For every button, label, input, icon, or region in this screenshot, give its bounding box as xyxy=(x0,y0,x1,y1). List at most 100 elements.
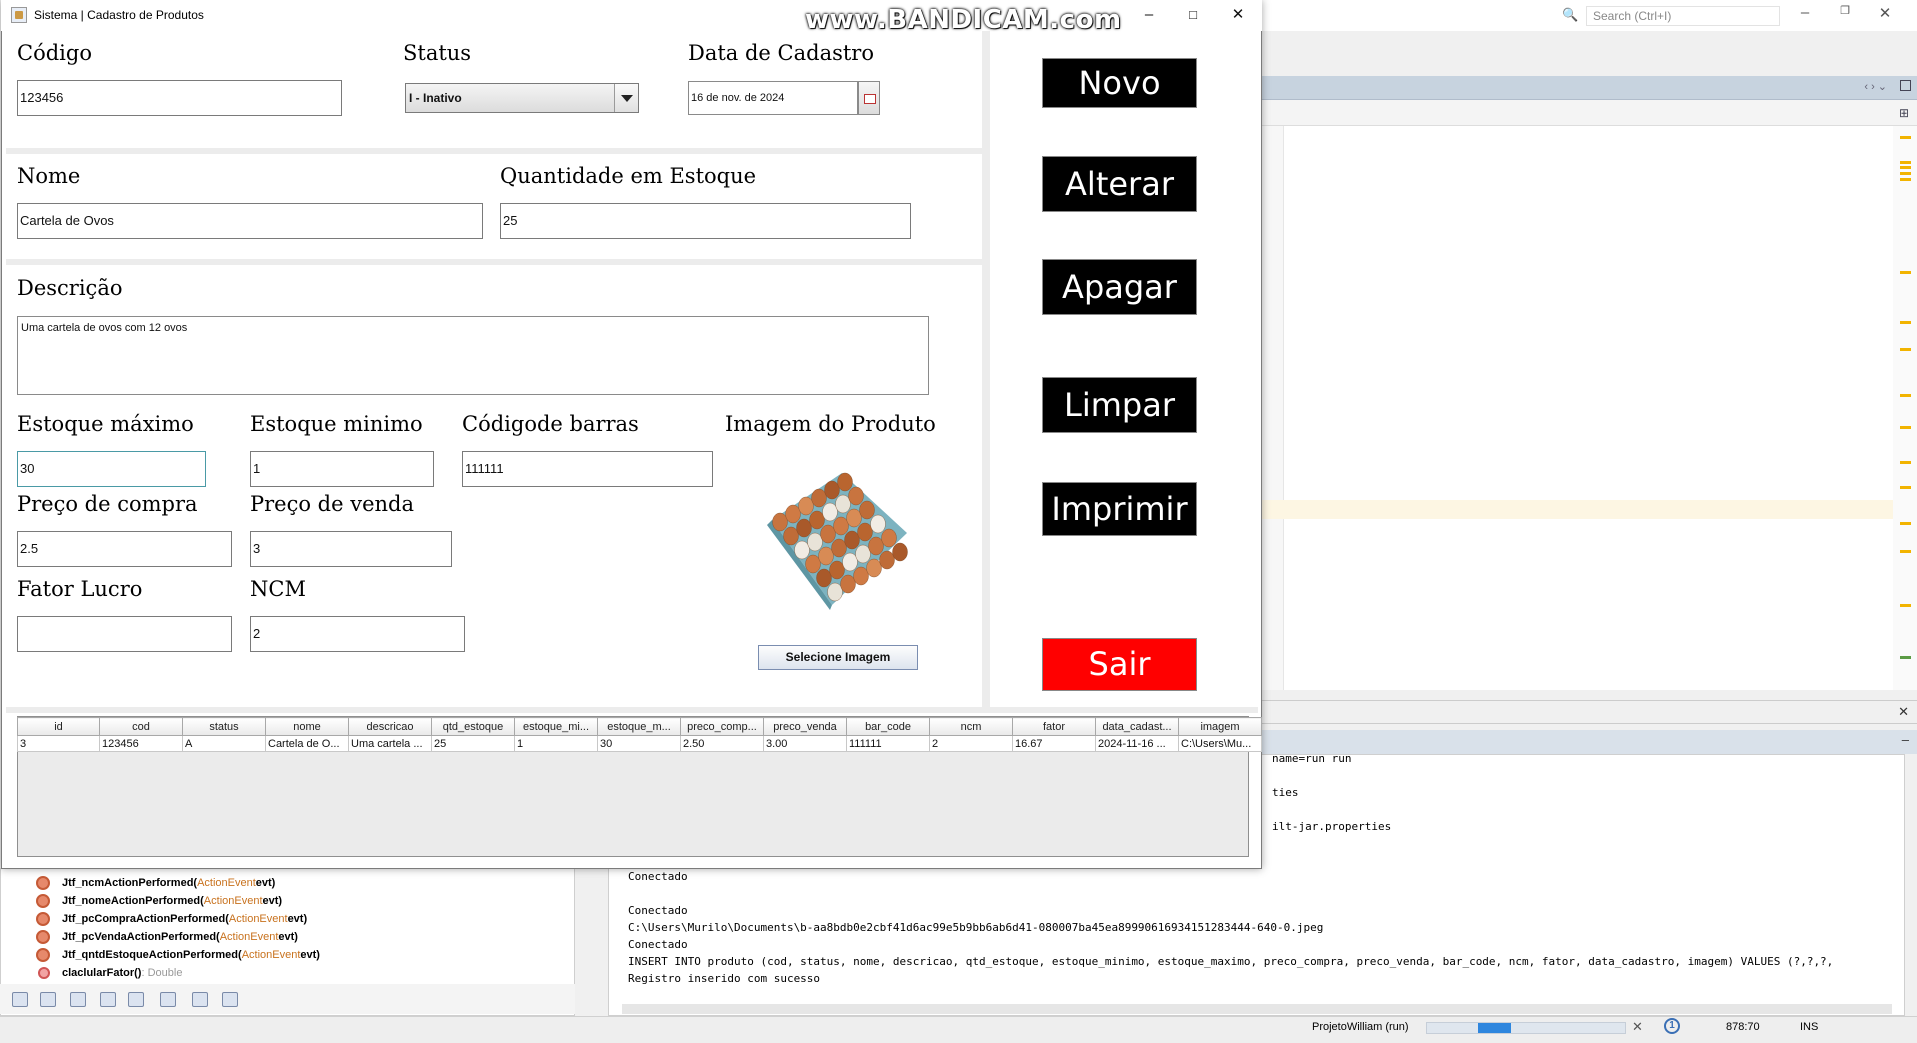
descricao-textarea[interactable]: Uma cartela de ovos com 12 ovos xyxy=(17,316,929,395)
table-cell[interactable]: 123456 xyxy=(99,735,183,752)
notifications-icon[interactable]: 1 xyxy=(1664,1018,1680,1034)
product-table[interactable]: id cod status nome descricao qtd_estoque estoq… xyxy=(17,717,1262,752)
estoque-maximo-field[interactable]: 30 xyxy=(17,451,206,487)
param-rest: evt) xyxy=(287,913,308,925)
column-header[interactable]: imagem xyxy=(1178,717,1262,736)
table-cell[interactable]: A xyxy=(182,735,266,752)
column-header[interactable]: nome xyxy=(265,717,349,736)
table-cell[interactable]: 111111 xyxy=(846,735,930,752)
output-line: ties xyxy=(1272,786,1299,799)
minimize-icon[interactable]: – xyxy=(1126,2,1172,28)
maximize-icon[interactable]: □ xyxy=(1170,2,1216,28)
table-row[interactable]: 3 123456 A Cartela de O... Uma cartela ... 25… xyxy=(17,735,1262,752)
egg xyxy=(829,560,845,580)
table-cell[interactable]: 2024-11-16 ... xyxy=(1095,735,1179,752)
output-line: Conectado xyxy=(628,904,688,917)
sort-by-name-icon[interactable] xyxy=(192,992,208,1007)
quantidade-field[interactable]: 25 xyxy=(500,203,911,239)
ncm-label: NCM xyxy=(250,577,306,601)
navigator-item[interactable]: Jtf_pcCompraActionPerformed(ActionEvent … xyxy=(36,910,307,928)
preco-venda-field[interactable]: 3 xyxy=(250,531,452,567)
data-cadastro-label: Data de Cadastro xyxy=(688,41,874,65)
select-image-button[interactable]: Selecione Imagem xyxy=(758,645,918,670)
navigator-item[interactable]: claclularFator() : Double xyxy=(36,964,182,982)
cancel-task-icon[interactable]: ✕ xyxy=(1632,1019,1643,1035)
output-text: Conectado Conectado C:\Users\Murilo\Docum… xyxy=(628,868,1908,987)
separator xyxy=(6,259,982,265)
code-editor[interactable] xyxy=(1262,126,1893,690)
close-icon[interactable]: ✕ xyxy=(1215,2,1261,28)
table-cell[interactable]: 25 xyxy=(431,735,515,752)
minimize-icon[interactable]: – xyxy=(1790,4,1820,21)
output-horizontal-scrollbar[interactable] xyxy=(622,1004,1892,1014)
close-icon[interactable]: ✕ xyxy=(1870,4,1900,22)
column-header[interactable]: id xyxy=(17,717,100,736)
table-cell[interactable]: 2 xyxy=(929,735,1013,752)
sair-button[interactable]: Sair xyxy=(1042,638,1197,691)
data-cadastro-field[interactable]: 16 de nov. de 2024 xyxy=(688,81,858,115)
column-header[interactable]: descricao xyxy=(348,717,432,736)
estoque-minimo-field[interactable]: 1 xyxy=(250,451,434,487)
param-rest: evt) xyxy=(255,877,276,889)
ide-search-input[interactable]: Search (Ctrl+I) xyxy=(1586,6,1780,26)
return-type: : Double xyxy=(141,967,183,979)
column-header[interactable]: qtd_estoque xyxy=(431,717,515,736)
restore-icon[interactable]: ❐ xyxy=(1830,4,1860,17)
source-icon[interactable] xyxy=(160,992,176,1007)
column-header[interactable]: bar_code xyxy=(846,717,930,736)
column-header[interactable]: ncm xyxy=(929,717,1013,736)
alterar-button[interactable]: Alterar xyxy=(1042,156,1197,212)
novo-button[interactable]: Novo xyxy=(1042,58,1197,108)
static-filter-icon[interactable] xyxy=(70,992,86,1007)
tab-nav-icon[interactable]: ‹ › ⌄ xyxy=(1864,80,1887,93)
maximize-editor-icon[interactable] xyxy=(1900,80,1911,91)
navigator-item[interactable]: Jtf_qntdEstoqueActionPerformed(ActionEve… xyxy=(36,946,320,964)
codigo-field[interactable]: 123456 xyxy=(17,80,342,116)
imprimir-button[interactable]: Imprimir xyxy=(1042,482,1197,536)
nome-field[interactable]: Cartela de Ovos xyxy=(17,203,483,239)
minimize-output-icon[interactable]: – xyxy=(1902,732,1909,747)
column-header[interactable]: preco_venda xyxy=(763,717,847,736)
ncm-field[interactable]: 2 xyxy=(250,616,465,652)
split-editor-icon[interactable]: ⊞ xyxy=(1899,106,1909,120)
egg xyxy=(848,486,864,506)
method-icon xyxy=(38,967,50,979)
chevron-down-icon[interactable] xyxy=(614,84,638,112)
table-cell[interactable]: Uma cartela ... xyxy=(348,735,432,752)
table-cell[interactable]: 2.50 xyxy=(680,735,764,752)
column-header[interactable]: status xyxy=(182,717,266,736)
output-line: C:\Users\Murilo\Documents\b-aa8bdb0e2cbf… xyxy=(628,921,1324,934)
status-project[interactable]: ProjetoWilliam (run) xyxy=(1312,1021,1409,1033)
apagar-button[interactable]: Apagar xyxy=(1042,259,1197,315)
column-header[interactable]: estoque_m... xyxy=(597,717,681,736)
codigo-barras-field[interactable]: 111111 xyxy=(462,451,713,487)
preco-compra-field[interactable]: 2.5 xyxy=(17,531,232,567)
close-output-icon[interactable]: ✕ xyxy=(1898,704,1909,720)
column-header[interactable]: fator xyxy=(1012,717,1096,736)
navigator-item[interactable]: Jtf_nomeActionPerformed(ActionEvent evt) xyxy=(36,892,282,910)
sort-by-source-icon[interactable] xyxy=(222,992,238,1007)
calendar-icon[interactable] xyxy=(858,81,880,115)
column-header[interactable]: cod xyxy=(99,717,183,736)
status-select[interactable]: I - Inativo xyxy=(405,83,639,113)
table-cell[interactable]: 16.67 xyxy=(1012,735,1096,752)
column-header[interactable]: data_cadast... xyxy=(1095,717,1179,736)
column-header[interactable]: estoque_mi... xyxy=(514,717,598,736)
navigator-item[interactable]: Jtf_ncmActionPerformed(ActionEvent evt) xyxy=(36,874,275,892)
table-cell[interactable]: 3.00 xyxy=(763,735,847,752)
table-cell[interactable]: 3 xyxy=(17,735,100,752)
table-cell[interactable]: Cartela de O... xyxy=(265,735,349,752)
fields-filter-icon[interactable] xyxy=(40,992,56,1007)
members-filter-icon[interactable] xyxy=(12,992,28,1007)
column-header[interactable]: preco_comp... xyxy=(680,717,764,736)
table-cell[interactable]: C:\Users\Mu... xyxy=(1178,735,1262,752)
navigator-item[interactable]: Jtf_pcVendaActionPerformed(ActionEvent e… xyxy=(36,928,298,946)
table-cell[interactable]: 30 xyxy=(597,735,681,752)
inner-classes-icon[interactable] xyxy=(128,992,144,1007)
method-icon xyxy=(36,894,50,908)
fator-lucro-field[interactable] xyxy=(17,616,232,652)
separator xyxy=(6,148,982,154)
table-cell[interactable]: 1 xyxy=(514,735,598,752)
limpar-button[interactable]: Limpar xyxy=(1042,377,1197,433)
private-filter-icon[interactable] xyxy=(100,992,116,1007)
